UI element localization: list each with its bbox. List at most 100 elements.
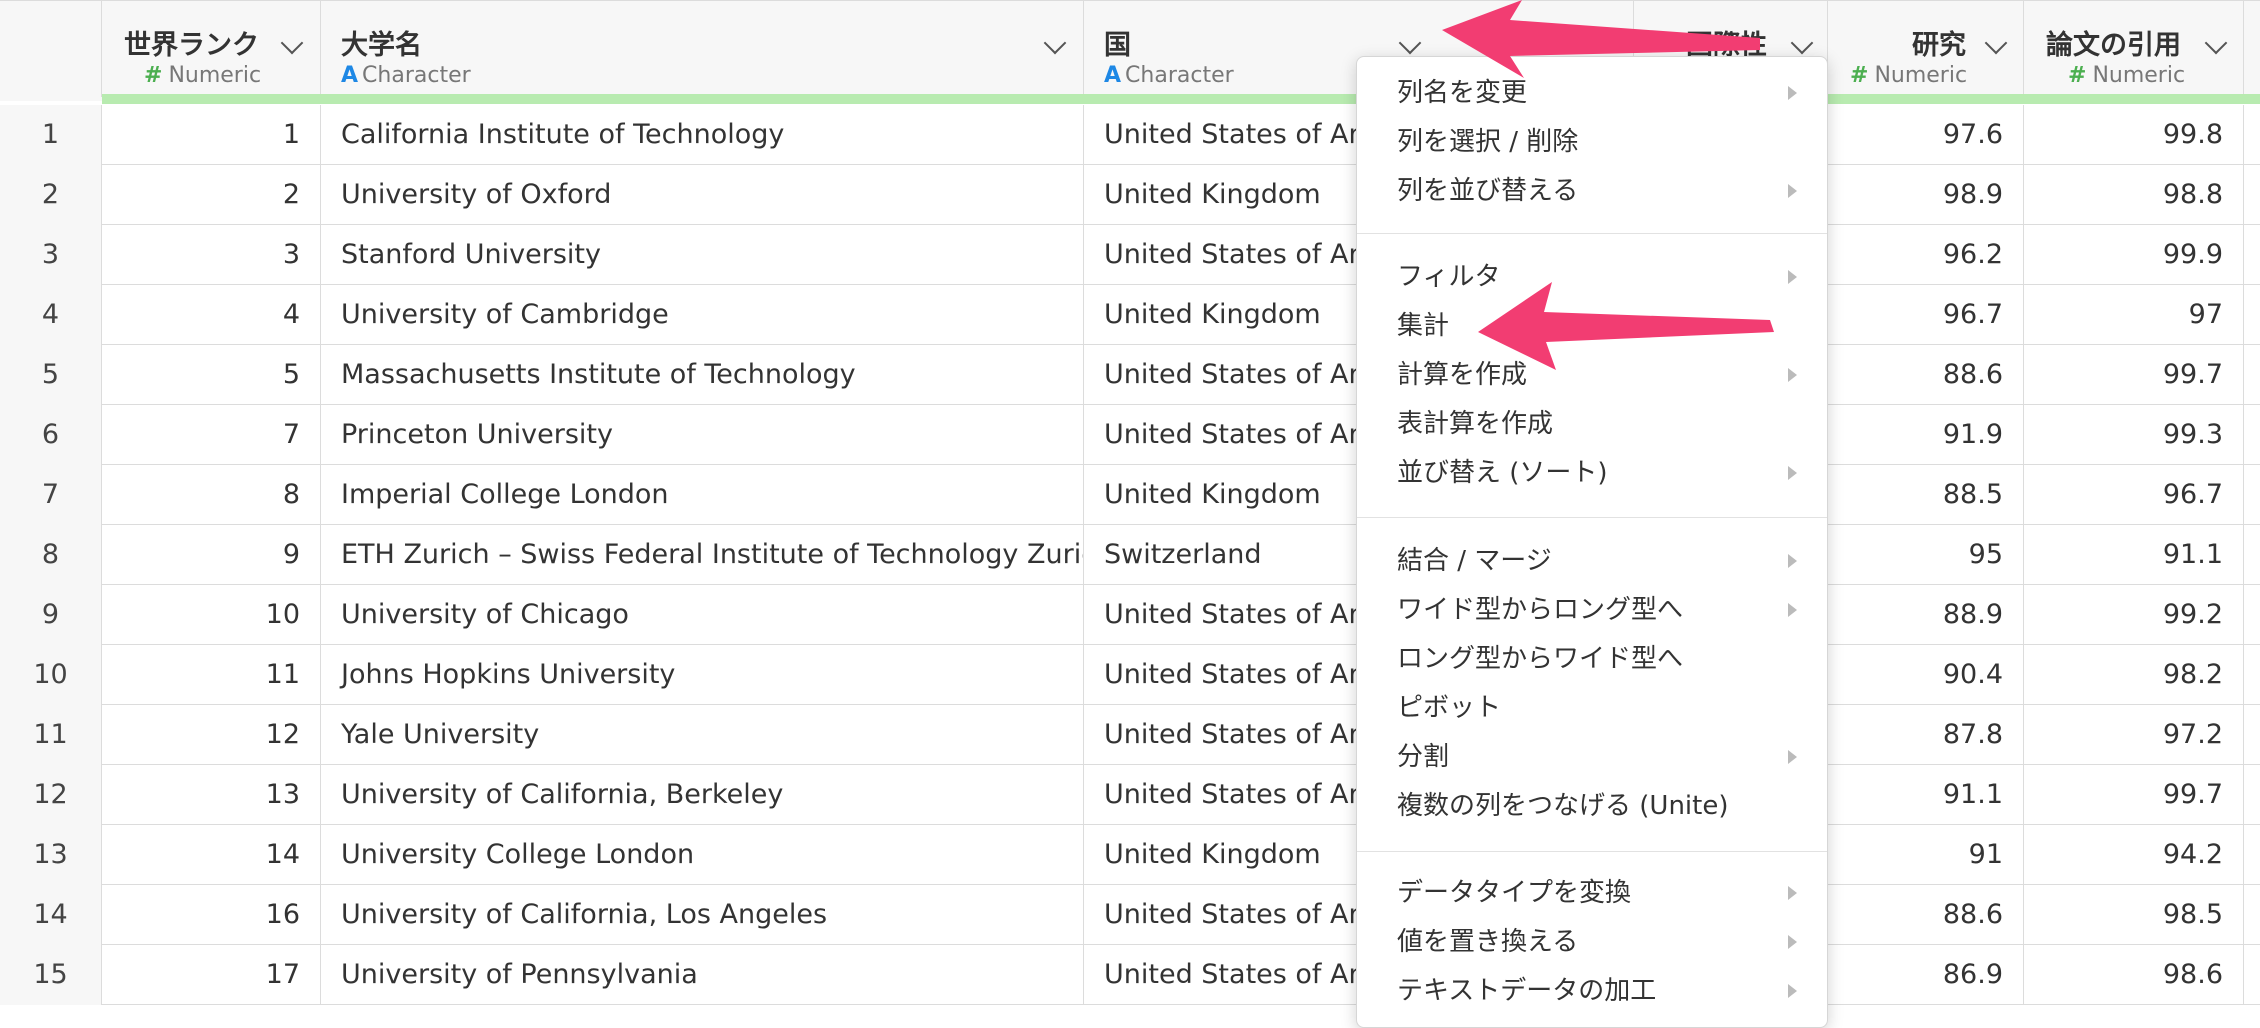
cell-world-rank[interactable]: 12 [102,705,321,765]
cell-research[interactable]: 91.9 [1828,405,2024,465]
cell-research[interactable]: 88.6 [1828,885,2024,945]
cell-citations[interactable]: 97.2 [2024,705,2244,765]
cell-research[interactable]: 91.1 [1828,765,2024,825]
chevron-down-icon[interactable] [280,31,304,55]
table-row[interactable]: 1 1 California Institute of Technology U… [0,105,2260,165]
cell-world-rank[interactable]: 11 [102,645,321,705]
cell-citations[interactable]: 99.2 [2024,585,2244,645]
cell-world-rank[interactable]: 10 [102,585,321,645]
cell-citations[interactable]: 98.5 [2024,885,2244,945]
table-row[interactable]: 4 4 University of Cambridge United Kingd… [0,285,2260,345]
menu-item-text-processing[interactable]: テキストデータの加工 [1357,967,1827,1015]
cell-citations[interactable]: 94.2 [2024,825,2244,885]
menu-item-create-calculation[interactable]: 計算を作成 [1357,351,1827,399]
cell-citations[interactable]: 99.7 [2024,345,2244,405]
column-header-university-name[interactable]: 大学名 A Character [321,1,1084,97]
table-row[interactable]: 15 17 University of Pennsylvania United … [0,945,2260,1005]
table-row[interactable]: 9 10 University of Chicago United States… [0,585,2260,645]
cell-world-rank[interactable]: 17 [102,945,321,1005]
cell-world-rank[interactable]: 5 [102,345,321,405]
table-row[interactable]: 13 14 University College London United K… [0,825,2260,885]
menu-item-summarize[interactable]: 集計 [1357,302,1827,350]
cell-research[interactable]: 98.9 [1828,165,2024,225]
cell-university-name[interactable]: University of Chicago [321,585,1084,645]
cell-university-name[interactable]: Princeton University [321,405,1084,465]
cell-citations[interactable]: 97 [2024,285,2244,345]
chevron-down-icon[interactable] [1043,31,1067,55]
menu-item-convert-data-type[interactable]: データタイプを変換 [1357,869,1827,917]
cell-citations[interactable]: 91.1 [2024,525,2244,585]
chevron-down-icon[interactable] [1984,31,2008,55]
cell-research[interactable]: 96.7 [1828,285,2024,345]
table-row[interactable]: 8 9 ETH Zurich – Swiss Federal Institute… [0,525,2260,585]
cell-research[interactable]: 90.4 [1828,645,2024,705]
cell-university-name[interactable]: University of California, Berkeley [321,765,1084,825]
cell-world-rank[interactable]: 8 [102,465,321,525]
cell-world-rank[interactable]: 16 [102,885,321,945]
cell-world-rank[interactable]: 1 [102,105,321,165]
menu-item-filter[interactable]: フィルタ [1357,253,1827,301]
menu-item-select-delete-columns[interactable]: 列を選択 / 削除 [1357,118,1827,166]
menu-item-rename-column[interactable]: 列名を変更 [1357,69,1827,117]
cell-research[interactable]: 97.6 [1828,105,2024,165]
cell-world-rank[interactable]: 2 [102,165,321,225]
cell-research[interactable]: 88.9 [1828,585,2024,645]
menu-item-wide-to-long[interactable]: ワイド型からロング型へ [1357,586,1827,634]
table-row[interactable]: 10 11 Johns Hopkins University United St… [0,645,2260,705]
menu-item-long-to-wide[interactable]: ロング型からワイド型へ [1357,635,1827,683]
menu-item-pivot[interactable]: ピボット [1357,684,1827,732]
chevron-down-icon[interactable] [2204,31,2228,55]
menu-item-join-merge[interactable]: 結合 / マージ [1357,537,1827,585]
cell-citations[interactable]: 98.8 [2024,165,2244,225]
cell-university-name[interactable]: University of California, Los Angeles [321,885,1084,945]
table-row[interactable]: 3 3 Stanford University United States of… [0,225,2260,285]
cell-university-name[interactable]: California Institute of Technology [321,105,1084,165]
table-row[interactable]: 14 16 University of California, Los Ange… [0,885,2260,945]
table-row[interactable]: 6 7 Princeton University United States o… [0,405,2260,465]
cell-research[interactable]: 86.9 [1828,945,2024,1005]
cell-university-name[interactable]: University of Cambridge [321,285,1084,345]
cell-world-rank[interactable]: 3 [102,225,321,285]
cell-world-rank[interactable]: 13 [102,765,321,825]
table-row[interactable]: 7 8 Imperial College London United Kingd… [0,465,2260,525]
cell-university-name[interactable]: Yale University [321,705,1084,765]
cell-university-name[interactable]: University of Oxford [321,165,1084,225]
cell-citations[interactable]: 99.8 [2024,105,2244,165]
cell-university-name[interactable]: Imperial College London [321,465,1084,525]
cell-research[interactable]: 88.6 [1828,345,2024,405]
column-header-citations[interactable]: 論文の引用 # Numeric [2024,1,2244,97]
table-row[interactable]: 11 12 Yale University United States of A… [0,705,2260,765]
menu-item-unite-columns[interactable]: 複数の列をつなげる (Unite) [1357,782,1827,830]
table-row[interactable]: 12 13 University of California, Berkeley… [0,765,2260,825]
table-row[interactable]: 5 5 Massachusetts Institute of Technolog… [0,345,2260,405]
menu-item-replace-values[interactable]: 値を置き換える [1357,918,1827,966]
chevron-down-icon[interactable] [1398,31,1422,55]
cell-university-name[interactable]: Stanford University [321,225,1084,285]
chevron-down-icon[interactable] [1790,31,1814,55]
cell-world-rank[interactable]: 4 [102,285,321,345]
cell-research[interactable]: 95 [1828,525,2024,585]
cell-citations[interactable]: 99.3 [2024,405,2244,465]
cell-university-name[interactable]: University College London [321,825,1084,885]
column-header-research[interactable]: 研究 # Numeric [1828,1,2024,97]
menu-item-sort[interactable]: 並び替え (ソート) [1357,449,1827,497]
cell-university-name[interactable]: Johns Hopkins University [321,645,1084,705]
cell-university-name[interactable]: ETH Zurich – Swiss Federal Institute of … [321,525,1084,585]
cell-university-name[interactable]: University of Pennsylvania [321,945,1084,1005]
cell-citations[interactable]: 96.7 [2024,465,2244,525]
cell-research[interactable]: 96.2 [1828,225,2024,285]
cell-research[interactable]: 87.8 [1828,705,2024,765]
cell-citations[interactable]: 99.7 [2024,765,2244,825]
cell-world-rank[interactable]: 9 [102,525,321,585]
cell-citations[interactable]: 98.2 [2024,645,2244,705]
table-row[interactable]: 2 2 University of Oxford United Kingdom … [0,165,2260,225]
menu-item-create-table-calculation[interactable]: 表計算を作成 [1357,400,1827,448]
menu-item-reorder-columns[interactable]: 列を並び替える [1357,167,1827,215]
cell-university-name[interactable]: Massachusetts Institute of Technology [321,345,1084,405]
menu-item-split[interactable]: 分割 [1357,733,1827,781]
column-header-world-rank[interactable]: 世界ランク # Numeric [102,1,321,97]
cell-citations[interactable]: 99.9 [2024,225,2244,285]
cell-citations[interactable]: 98.6 [2024,945,2244,1005]
cell-research[interactable]: 91 [1828,825,2024,885]
cell-world-rank[interactable]: 7 [102,405,321,465]
